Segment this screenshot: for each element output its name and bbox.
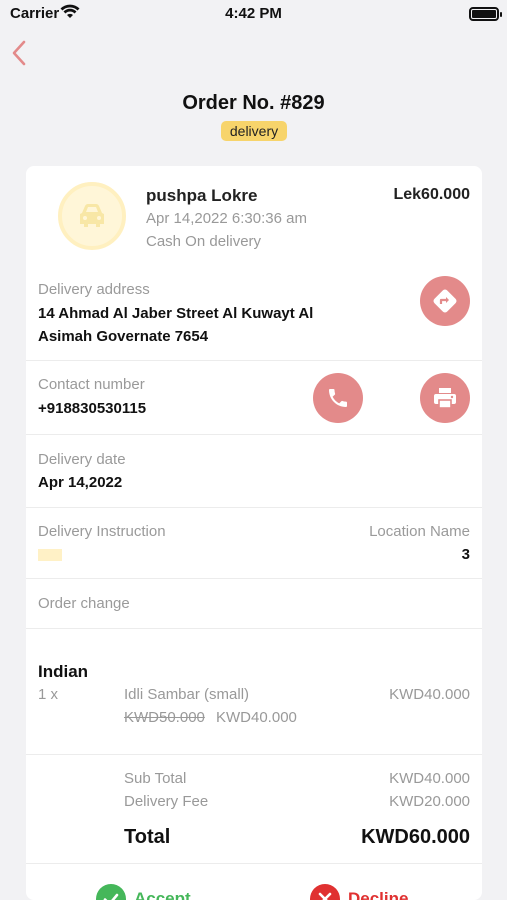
battery-icon xyxy=(469,7,502,21)
delivery-fee-value: KWD20.000 xyxy=(389,793,470,810)
call-button[interactable] xyxy=(313,373,363,423)
subtotal-label: Sub Total xyxy=(124,770,187,787)
order-amount: Lek60.000 xyxy=(393,186,470,203)
clock: 4:42 PM xyxy=(225,5,282,22)
delivery-fee-label: Delivery Fee xyxy=(124,793,209,810)
divider xyxy=(26,360,482,361)
directions-button[interactable] xyxy=(420,276,470,326)
delivery-instruction-label: Delivery Instruction xyxy=(38,523,166,540)
back-button[interactable] xyxy=(8,36,32,70)
order-card: pushpa Lokre Lek60.000 Apr 14,2022 6:30:… xyxy=(26,166,482,900)
page-title: Order No. #829 xyxy=(182,92,325,114)
avatar xyxy=(58,182,126,250)
subtotal-value: KWD40.000 xyxy=(389,770,470,787)
print-button[interactable] xyxy=(420,373,470,423)
location-name-value: 3 xyxy=(461,546,470,563)
delivery-address-label: Delivery address xyxy=(38,281,150,298)
item-original-price: KWD50.000 xyxy=(124,709,205,726)
delivery-instruction-value xyxy=(38,549,62,561)
total-value: KWD60.000 xyxy=(361,826,470,848)
item-price: KWD40.000 xyxy=(389,686,470,703)
item-quantity: 1 x xyxy=(38,686,59,703)
divider xyxy=(26,863,482,864)
accept-button[interactable]: Accept xyxy=(96,884,191,900)
status-bar: Carrier 4:42 PM xyxy=(0,0,507,30)
order-type-badge: delivery xyxy=(221,121,287,141)
location-name-label: Location Name xyxy=(369,523,470,540)
x-icon xyxy=(310,884,340,900)
printer-icon xyxy=(434,388,456,409)
delivery-date-label: Delivery date xyxy=(38,451,126,468)
phone-icon xyxy=(329,389,347,407)
total-label: Total xyxy=(124,826,171,848)
check-icon xyxy=(96,884,126,900)
payment-method: Cash On delivery xyxy=(146,233,262,250)
item-category: Indian xyxy=(38,662,89,681)
divider xyxy=(26,754,482,755)
chevron-left-icon xyxy=(12,40,26,66)
car-icon xyxy=(80,204,104,227)
decline-label: Decline xyxy=(348,889,409,900)
order-datetime: Apr 14,2022 6:30:36 am xyxy=(146,210,307,227)
customer-name: pushpa Lokre xyxy=(146,186,258,205)
delivery-address-line2: Asimah Governate 7654 xyxy=(38,328,209,345)
delivery-date-value: Apr 14,2022 xyxy=(38,474,123,491)
contact-number-value: +918830530115 xyxy=(38,400,147,417)
contact-number-label: Contact number xyxy=(38,376,145,393)
decline-button[interactable]: Decline xyxy=(310,884,408,900)
divider xyxy=(26,628,482,629)
delivery-address-line1: 14 Ahmad Al Jaber Street Al Kuwayt Al xyxy=(38,305,314,322)
accept-label: Accept xyxy=(134,889,191,900)
item-name: Idli Sambar (small) xyxy=(124,686,250,703)
divider xyxy=(26,507,482,508)
item-discount-price: KWD40.000 xyxy=(216,709,297,726)
divider xyxy=(26,434,482,435)
order-change-label: Order change xyxy=(38,595,130,612)
directions-icon xyxy=(433,289,457,313)
divider xyxy=(26,578,482,579)
